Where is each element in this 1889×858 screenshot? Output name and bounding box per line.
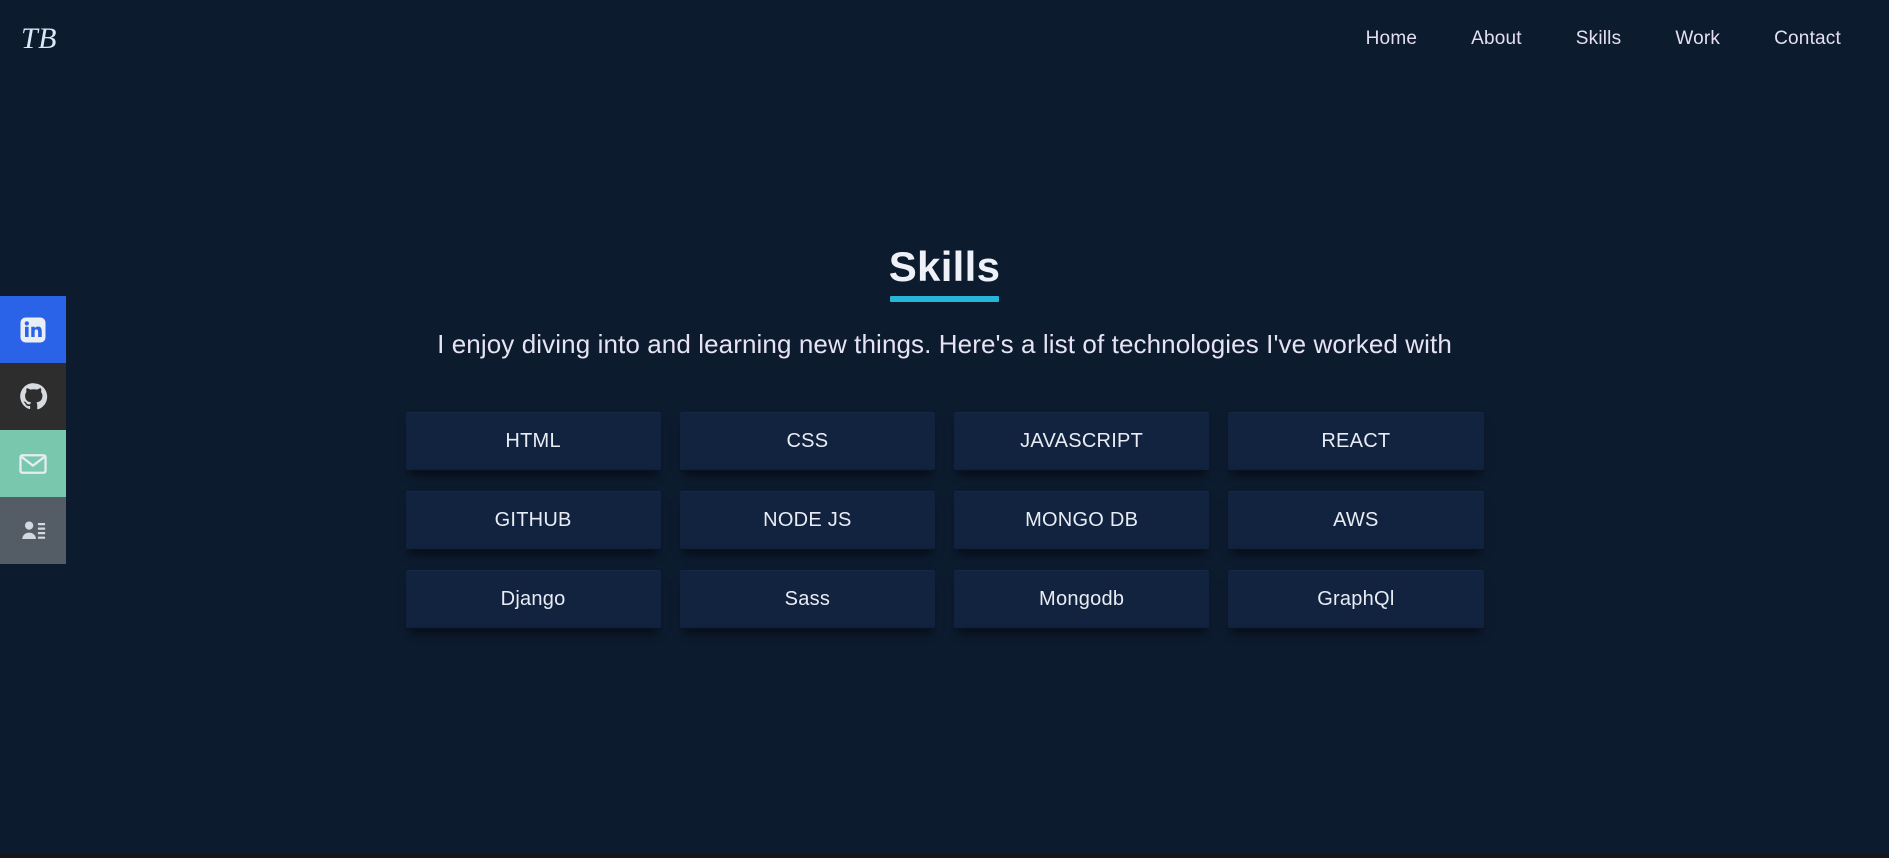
site-logo[interactable]: TB	[18, 22, 57, 56]
top-navbar: TB Home About Skills Work Contact	[0, 0, 1889, 78]
skill-card-label: GITHUB	[494, 508, 572, 531]
skill-card-label: NODE JS	[763, 508, 852, 531]
social-rail	[0, 296, 66, 564]
page-title-text: Skills	[888, 243, 1001, 290]
skill-card[interactable]: GITHUB	[405, 491, 661, 551]
linkedin-icon	[18, 315, 48, 345]
social-link-github[interactable]	[0, 363, 66, 430]
skill-card-label: MONGO DB	[1025, 508, 1139, 531]
skill-card[interactable]: REACT	[1228, 412, 1484, 472]
social-link-contact-card[interactable]	[0, 497, 66, 564]
skill-card-label: Django	[500, 587, 566, 610]
skill-card[interactable]: JAVASCRIPT	[954, 412, 1210, 472]
nav-links: Home About Skills Work Contact	[1366, 28, 1844, 50]
nav-link-contact[interactable]: Contact	[1774, 28, 1841, 50]
page-title: Skills	[889, 246, 1001, 302]
skill-card[interactable]: HTML	[405, 412, 661, 472]
contact-card-icon	[18, 515, 49, 546]
skill-card-label: AWS	[1333, 508, 1379, 531]
skill-card-label: Mongodb	[1039, 587, 1125, 610]
skill-card[interactable]: Sass	[679, 570, 935, 630]
github-icon	[18, 381, 49, 412]
social-link-linkedin[interactable]	[0, 296, 66, 363]
skills-section: Skills I enjoy diving into and learning …	[0, 0, 1889, 858]
nav-link-skills[interactable]: Skills	[1576, 28, 1622, 50]
skill-card-label: GraphQl	[1317, 587, 1395, 610]
skill-card-label: REACT	[1321, 429, 1391, 452]
skill-card[interactable]: AWS	[1228, 491, 1484, 551]
skill-card[interactable]: CSS	[679, 412, 935, 472]
nav-link-work[interactable]: Work	[1675, 28, 1720, 50]
skill-card[interactable]: NODE JS	[679, 491, 935, 551]
section-subtitle: I enjoy diving into and learning new thi…	[437, 329, 1452, 359]
skill-card[interactable]: GraphQl	[1228, 570, 1484, 630]
skill-card-label: Sass	[784, 587, 831, 610]
skill-card[interactable]: Django	[405, 570, 661, 630]
skill-card[interactable]: MONGO DB	[954, 491, 1210, 551]
nav-link-about[interactable]: About	[1471, 28, 1522, 50]
skills-grid: HTML CSS JAVASCRIPT REACT GITHUB NODE JS MONGO…	[405, 412, 1484, 630]
title-underline	[889, 296, 1000, 302]
skill-card-label: HTML	[505, 429, 561, 452]
skill-card[interactable]: Mongodb	[954, 570, 1210, 630]
social-link-email[interactable]	[0, 430, 66, 497]
email-icon	[17, 448, 49, 480]
skill-card-label: CSS	[786, 429, 829, 452]
bottom-strip	[0, 854, 1889, 858]
nav-link-home[interactable]: Home	[1366, 28, 1417, 50]
skill-card-label: JAVASCRIPT	[1020, 429, 1144, 452]
